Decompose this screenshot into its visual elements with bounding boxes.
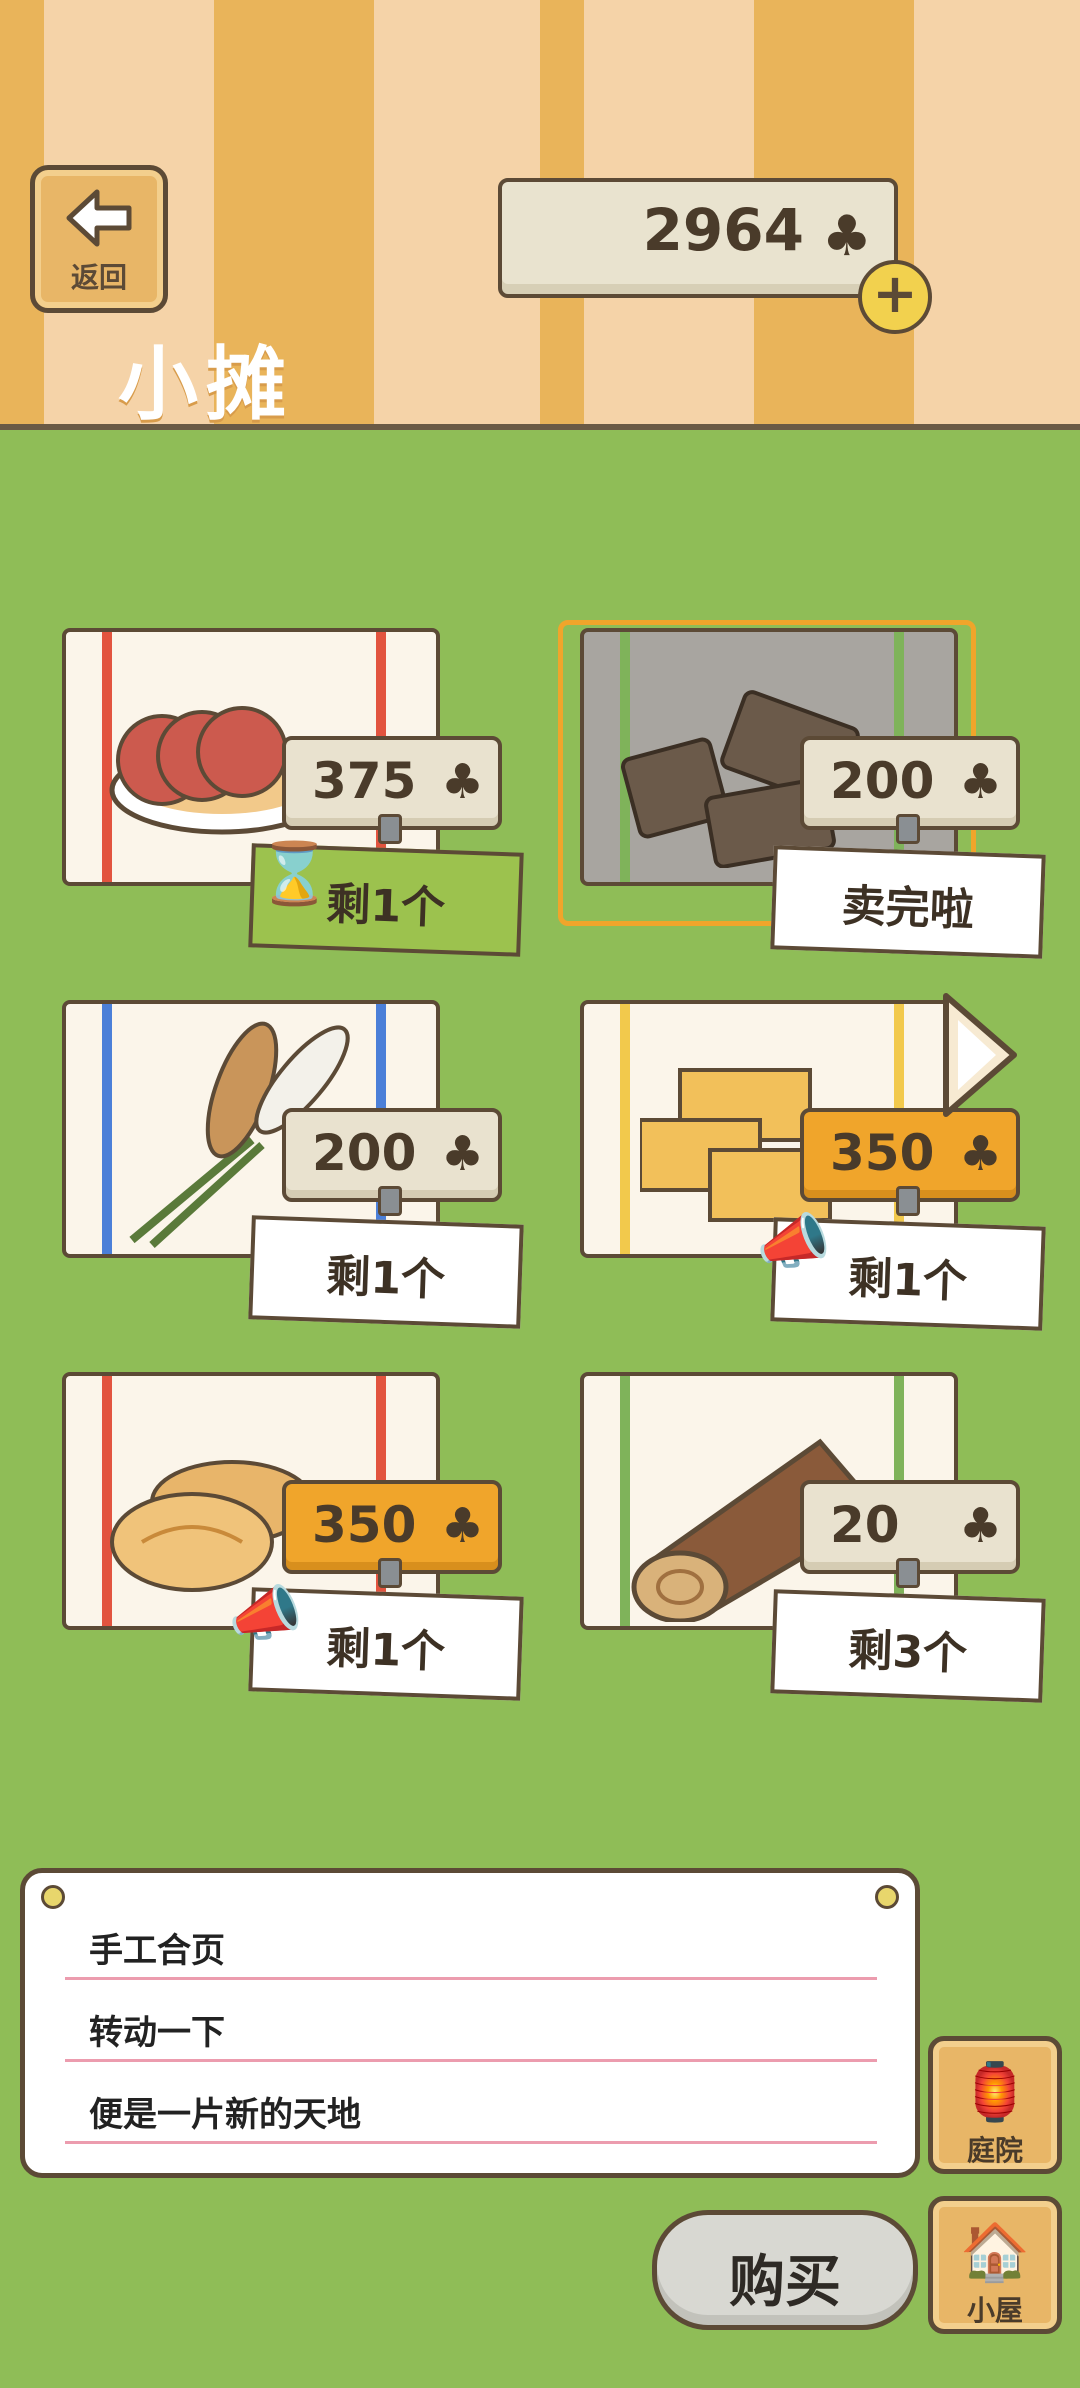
yard-icon: 🏮 — [960, 2060, 1030, 2125]
clover-icon: ♣ — [958, 1498, 1002, 1554]
hourglass-icon: ⌛ — [257, 839, 332, 909]
clover-icon: ♣ — [440, 754, 484, 810]
back-button[interactable]: 返回 — [30, 165, 168, 313]
arrow-left-icon — [66, 189, 132, 247]
price-value: 200 — [830, 752, 935, 810]
clover-icon: ♣ — [958, 754, 1002, 810]
price-value: 200 — [312, 1124, 417, 1182]
clover-icon: ♣ — [440, 1498, 484, 1554]
price-value: 375 — [312, 752, 417, 810]
coin-counter: 2964 ♣ + — [498, 178, 932, 334]
shop-item-hinge[interactable]: 200 ♣ 卖完啦 — [560, 628, 1046, 959]
megaphone-icon: 📣 — [228, 1579, 303, 1649]
yard-button[interactable]: 🏮 庭院 — [928, 2036, 1062, 2174]
buy-button[interactable]: 购买 — [652, 2210, 918, 2330]
price-value: 350 — [312, 1496, 417, 1554]
next-page-arrow-icon[interactable] — [938, 990, 1022, 1120]
sold-out-label: 卖完啦 — [770, 845, 1046, 959]
house-button[interactable]: 🏠 小屋 — [928, 2196, 1062, 2334]
description-line-1: 手工合页 — [89, 1931, 225, 1971]
clover-icon: ♣ — [821, 204, 872, 269]
shop-item-reed[interactable]: 200 ♣ 剩1个 — [42, 1000, 524, 1329]
price-value: 350 — [830, 1124, 935, 1182]
back-label: 返回 — [70, 261, 127, 294]
shop-item-sausage[interactable]: 375 ♣ 剩1个 ⌛ — [42, 628, 524, 957]
clover-icon: ♣ — [958, 1126, 1002, 1182]
megaphone-icon: 📣 — [756, 1207, 831, 1277]
stock-label: 剩3个 — [770, 1589, 1046, 1703]
shop-item-pastry[interactable]: 350 ♣ 剩1个 📣 — [42, 1372, 524, 1701]
page-title: 小摊 — [118, 338, 294, 431]
plus-icon[interactable]: + — [858, 260, 932, 334]
price-value: 20 — [830, 1496, 900, 1554]
clover-icon: ♣ — [440, 1126, 484, 1182]
house-icon: 🏠 — [960, 2220, 1030, 2285]
shop-item-castella[interactable]: 350 ♣ 剩1个 📣 — [560, 1000, 1046, 1331]
stock-label: 剩1个 — [248, 1215, 524, 1329]
item-description-panel: 手工合页 转动一下 便是一片新的天地 — [20, 1868, 920, 2178]
description-line-3: 便是一片新的天地 — [89, 2095, 361, 2135]
coin-amount: 2964 — [642, 196, 804, 264]
description-line-2: 转动一下 — [89, 2013, 225, 2053]
shop-item-log[interactable]: 20 ♣ 剩3个 — [560, 1372, 1046, 1703]
